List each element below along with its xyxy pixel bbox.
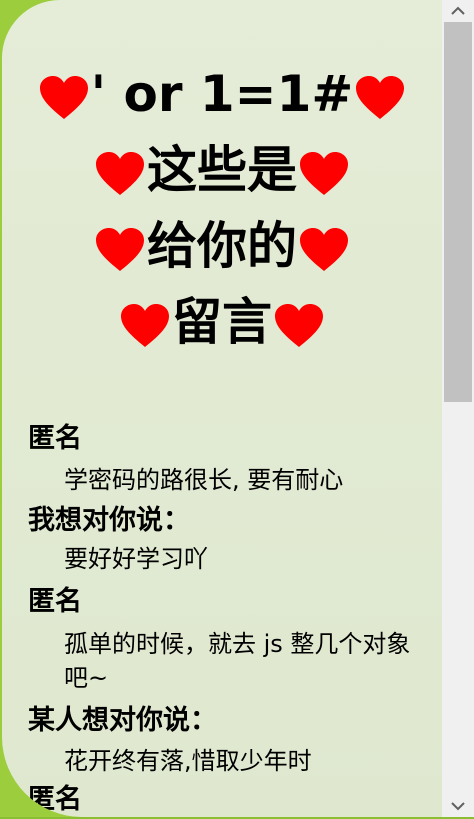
title-line-2: 这些是 [2, 140, 442, 200]
title-line-1: ' or 1=1# [2, 64, 442, 124]
message-author: 匿名 [28, 784, 82, 815]
message-board-card: ' or 1=1# 这些是 给你的 留言 匿名 学密码的路很长, 要有耐心 我想… [2, 0, 442, 817]
heart-icon [39, 75, 89, 120]
message-author: 我想对你说： [28, 505, 190, 536]
title-text-3: 给你的 [147, 217, 297, 275]
heart-icon [95, 227, 145, 272]
heart-icon [274, 303, 324, 348]
message-text: 要好好学习吖 [64, 545, 208, 573]
chevron-down-icon[interactable] [442, 795, 474, 817]
title-text-2: 这些是 [147, 141, 297, 199]
title-line-4: 留言 [2, 292, 442, 352]
scrollbar-thumb[interactable] [444, 22, 472, 402]
message-author: 某人想对你说： [28, 705, 217, 736]
message-text-continued: 吧~ [64, 664, 109, 692]
message-author: 匿名 [28, 423, 82, 454]
heart-icon [355, 75, 405, 120]
message-author: 匿名 [28, 586, 82, 617]
heart-icon [299, 227, 349, 272]
message-text: 花开终有落,惜取少年时 [64, 747, 312, 775]
message-text: 学密码的路很长, 要有耐心 [64, 466, 344, 494]
title-line-3: 给你的 [2, 216, 442, 276]
chevron-up-icon[interactable] [442, 0, 474, 22]
heart-icon [95, 151, 145, 196]
message-text: 孤单的时候，就去 js 整几个对象 [64, 630, 411, 658]
title-text-4: 留言 [172, 293, 272, 351]
vertical-scrollbar[interactable] [442, 0, 474, 817]
heart-icon [299, 151, 349, 196]
title-text-1: ' or 1=1# [90, 65, 354, 123]
heart-icon [120, 303, 170, 348]
